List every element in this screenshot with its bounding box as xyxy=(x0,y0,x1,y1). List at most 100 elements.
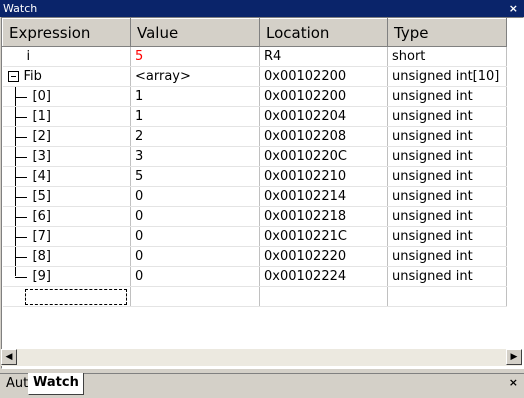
type-cell: unsigned int xyxy=(387,186,507,207)
title-bar: Watch × xyxy=(0,0,524,17)
type-cell: unsigned int[10] xyxy=(387,66,507,87)
location-cell: 0x00102204 xyxy=(259,106,388,127)
expression-label: [2] xyxy=(32,129,51,144)
expression-cell[interactable]: [8] xyxy=(2,246,131,267)
column-header-expression[interactable]: Expression xyxy=(2,18,131,47)
tree-line-icon xyxy=(7,126,29,146)
value-cell[interactable]: 5 xyxy=(130,166,260,187)
watch-table: Expression Value Location Type i 5 R4 short… xyxy=(2,18,507,307)
watch-row[interactable]: [3] 3 0x0010220C unsigned int xyxy=(2,146,507,167)
empty-cell xyxy=(387,286,507,307)
expression-cell[interactable]: [4] xyxy=(2,166,131,187)
new-expression-input[interactable] xyxy=(24,288,127,305)
watch-row[interactable]: [1] 1 0x00102204 unsigned int xyxy=(2,106,507,127)
type-cell: unsigned int xyxy=(387,226,507,247)
tree-line-icon xyxy=(7,146,29,166)
watch-row[interactable]: [2] 2 0x00102208 unsigned int xyxy=(2,126,507,147)
expression-cell[interactable]: [6] xyxy=(2,206,131,227)
location-cell: 0x00102218 xyxy=(259,206,388,227)
value-cell[interactable]: 2 xyxy=(130,126,260,147)
window-title: Watch xyxy=(3,2,38,15)
value-cell[interactable]: 5 xyxy=(130,46,260,67)
scroll-right-arrow-icon[interactable]: ▶ xyxy=(506,349,522,365)
expression-cell[interactable]: [5] xyxy=(2,186,131,207)
new-watch-row[interactable] xyxy=(2,286,507,307)
type-cell: unsigned int xyxy=(387,146,507,167)
value-cell[interactable]: 3 xyxy=(130,146,260,167)
expression-cell[interactable]: [7] xyxy=(2,226,131,247)
value-cell[interactable]: 1 xyxy=(130,106,260,127)
value-cell[interactable]: 0 xyxy=(130,206,260,227)
location-cell: 0x00102210 xyxy=(259,166,388,187)
value-cell[interactable]: 0 xyxy=(130,186,260,207)
watch-row[interactable]: [7] 0 0x0010221C unsigned int xyxy=(2,226,507,247)
type-cell: unsigned int xyxy=(387,166,507,187)
tree-line-icon xyxy=(7,246,29,266)
expression-label: [6] xyxy=(32,209,51,224)
location-cell: 0x0010221C xyxy=(259,226,388,247)
watch-row[interactable]: Fib <array> 0x00102200 unsigned int[10] xyxy=(2,66,507,87)
type-cell: unsigned int xyxy=(387,246,507,267)
expression-label: [9] xyxy=(32,269,51,284)
new-expression-cell[interactable] xyxy=(2,286,131,307)
close-icon[interactable]: × xyxy=(509,0,518,17)
tree-line-icon xyxy=(7,86,29,106)
expression-label: Fib xyxy=(23,69,42,84)
tree-line-icon xyxy=(7,226,29,246)
watch-row[interactable]: [5] 0 0x00102214 unsigned int xyxy=(2,186,507,207)
expression-cell[interactable]: [9] xyxy=(2,266,131,287)
tree-line-icon xyxy=(7,106,29,126)
expression-cell[interactable]: [3] xyxy=(2,146,131,167)
value-cell[interactable]: 0 xyxy=(130,226,260,247)
value-cell[interactable]: 0 xyxy=(130,246,260,267)
tab-watch[interactable]: Watch xyxy=(28,373,84,395)
scroll-left-arrow-icon[interactable]: ◀ xyxy=(1,349,17,365)
column-header-value[interactable]: Value xyxy=(130,18,260,47)
value-cell[interactable]: 1 xyxy=(130,86,260,107)
tab-bar: Auto Watch × xyxy=(0,373,524,398)
value-cell[interactable]: 0 xyxy=(130,266,260,287)
expression-cell[interactable]: Fib xyxy=(2,66,131,87)
column-header-type[interactable]: Type xyxy=(387,18,507,47)
expression-cell[interactable]: [0] xyxy=(2,86,131,107)
expression-label: [5] xyxy=(32,189,51,204)
location-cell: 0x0010220C xyxy=(259,146,388,167)
location-cell: 0x00102224 xyxy=(259,266,388,287)
location-cell: 0x00102208 xyxy=(259,126,388,147)
column-header-location[interactable]: Location xyxy=(259,18,388,47)
expression-label: [7] xyxy=(32,229,51,244)
expression-cell[interactable]: [2] xyxy=(2,126,131,147)
horizontal-scrollbar[interactable]: ◀ ▶ xyxy=(1,349,522,366)
column-header-row: Expression Value Location Type xyxy=(2,18,507,47)
empty-cell xyxy=(259,286,388,307)
type-cell: unsigned int xyxy=(387,206,507,227)
watch-row[interactable]: [6] 0 0x00102218 unsigned int xyxy=(2,206,507,227)
type-cell: unsigned int xyxy=(387,106,507,127)
watch-row[interactable]: [8] 0 0x00102220 unsigned int xyxy=(2,246,507,267)
tree-line-icon xyxy=(7,266,29,286)
expression-cell[interactable]: [1] xyxy=(2,106,131,127)
type-cell: unsigned int xyxy=(387,266,507,287)
empty-cell xyxy=(130,286,260,307)
collapse-icon[interactable] xyxy=(7,71,19,82)
expression-label: [8] xyxy=(32,249,51,264)
watch-row[interactable]: [4] 5 0x00102210 unsigned int xyxy=(2,166,507,187)
location-cell: 0x00102200 xyxy=(259,66,388,87)
type-cell: short xyxy=(387,46,507,67)
tree-line-icon xyxy=(7,206,29,226)
watch-row[interactable]: i 5 R4 short xyxy=(2,46,507,67)
tree-line-icon xyxy=(7,166,29,186)
type-cell: unsigned int xyxy=(387,86,507,107)
watch-grid-panel: Expression Value Location Type i 5 R4 short… xyxy=(1,17,524,369)
expression-label: [0] xyxy=(32,89,51,104)
location-cell: R4 xyxy=(259,46,388,67)
tree-line-icon xyxy=(7,186,29,206)
expression-label: [4] xyxy=(32,169,51,184)
expression-cell[interactable]: i xyxy=(2,46,131,67)
location-cell: 0x00102220 xyxy=(259,246,388,267)
value-cell[interactable]: <array> xyxy=(130,66,260,87)
location-cell: 0x00102214 xyxy=(259,186,388,207)
close-icon[interactable]: × xyxy=(509,376,518,389)
watch-row[interactable]: [9] 0 0x00102224 unsigned int xyxy=(2,266,507,287)
watch-row[interactable]: [0] 1 0x00102200 unsigned int xyxy=(2,86,507,107)
